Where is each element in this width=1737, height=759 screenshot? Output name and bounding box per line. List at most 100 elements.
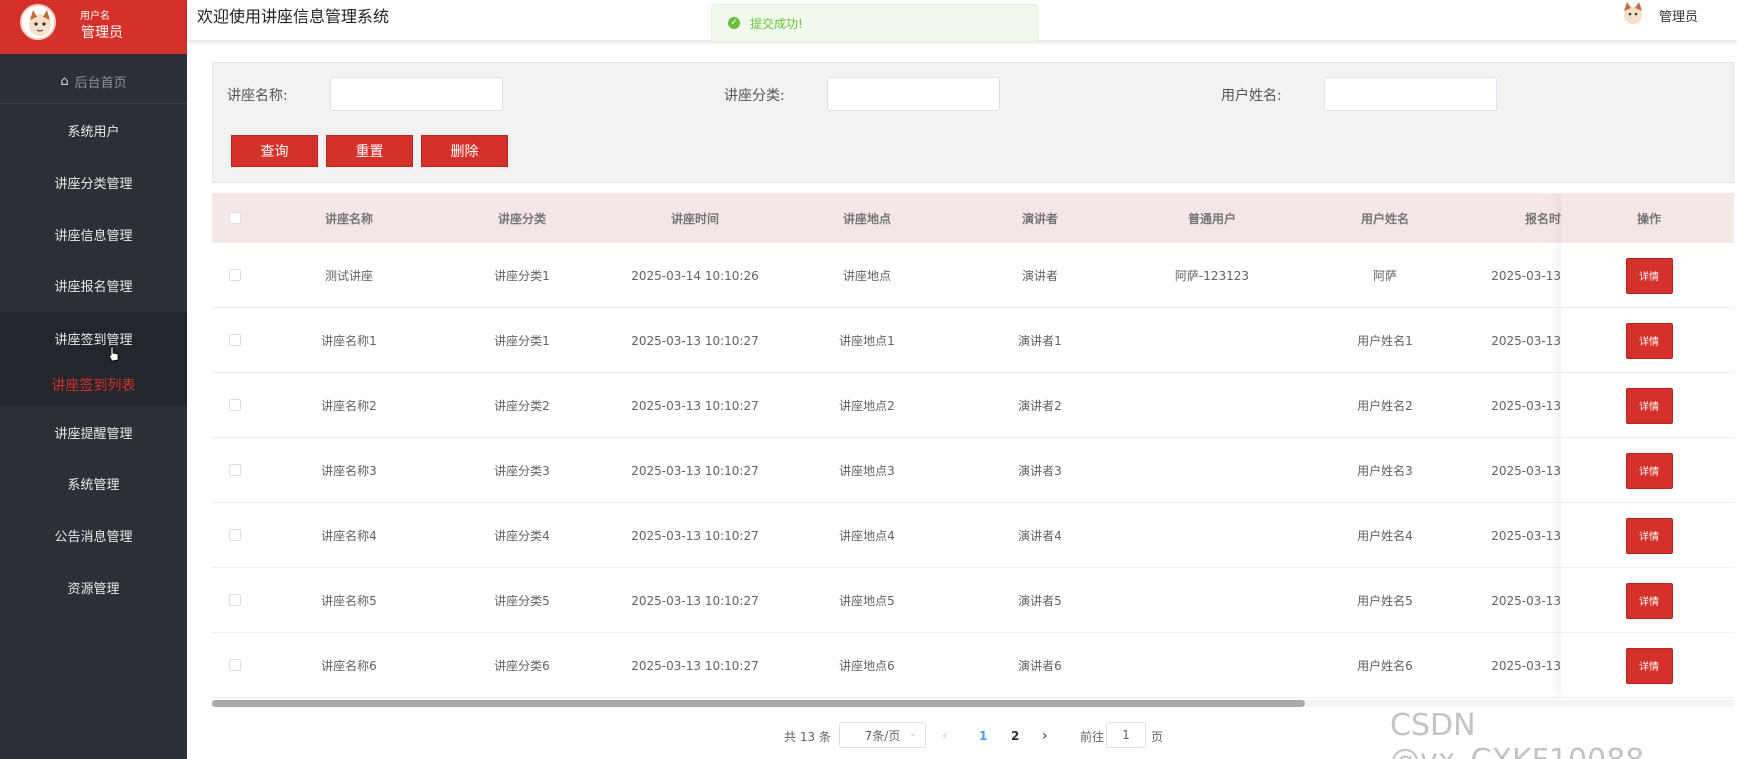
user-name-label: 用户姓名: [1221,88,1282,104]
detail-button[interactable]: 详情 [1625,647,1673,684]
next-page-icon[interactable]: › [1042,722,1048,750]
cell-speaker: 演讲者4 [1018,529,1062,543]
goto-label: 前往 [1080,729,1105,744]
cell-username: 用户姓名3 [1357,464,1413,478]
row-checkbox[interactable] [229,334,241,346]
query-button[interactable]: 查询 [231,135,318,167]
data-table: 讲座名称 讲座分类 讲座时间 讲座地点 演讲者 普通用户 用户姓名 报名时 操作… [212,193,1734,698]
cell-place: 讲座地点1 [839,334,895,348]
table-row: 讲座名称1 讲座分类1 2025-03-13 10:10:27 讲座地点1 演讲者1 用户… [212,308,1734,373]
detail-button[interactable]: 详情 [1625,517,1673,554]
row-checkbox[interactable] [229,659,241,671]
cell-place: 讲座地点4 [839,529,895,543]
cell-name: 讲座名称2 [321,399,377,413]
search-panel: 讲座名称: 讲座分类: 用户姓名: 查询 重置 删除 [212,62,1734,183]
sidebar-item-label: 讲座签到管理 [54,332,133,348]
row-checkbox[interactable] [229,594,241,606]
detail-button[interactable]: 详情 [1625,452,1673,489]
cell-signup-time: 2025-03-13 [1491,658,1561,673]
detail-button[interactable]: 详情 [1625,582,1673,619]
horizontal-scrollbar[interactable] [212,700,1734,707]
avatar [20,4,56,40]
detail-button[interactable]: 详情 [1625,322,1673,359]
sidebar-item-system-users[interactable]: 系统用户 [0,104,187,156]
user-avatar-icon[interactable] [1619,0,1647,28]
page-title: 欢迎使用讲座信息管理系统 [197,7,390,26]
toast-message: 提交成功! [750,16,803,31]
sidebar-item-label: 讲座提醒管理 [54,426,133,442]
sidebar-item-label: 讲座报名管理 [54,279,133,295]
row-checkbox[interactable] [229,269,241,281]
scrollbar-thumb[interactable] [212,700,1305,707]
sidebar-item-system[interactable]: 系统管理 [0,457,187,509]
cell-time: 2025-03-13 10:10:27 [631,333,759,348]
page-size-select[interactable]: 7条/页 ⌄ [839,722,926,748]
cell-username: 用户姓名1 [1357,334,1413,348]
cell-place: 讲座地点3 [839,464,895,478]
detail-button[interactable]: 详情 [1625,387,1673,424]
row-checkbox[interactable] [229,399,241,411]
delete-button[interactable]: 删除 [421,135,508,167]
check-circle-icon: ✓ [728,17,740,29]
reset-button[interactable]: 重置 [326,135,413,167]
sidebar-subitem-label: 讲座签到列表 [51,378,136,394]
row-checkbox[interactable] [229,464,241,476]
table-row: 测试讲座 讲座分类1 2025-03-14 10:10:26 讲座地点 演讲者 阿萨-12… [212,243,1734,308]
row-checkbox[interactable] [229,529,241,541]
cell-username: 用户姓名2 [1357,399,1413,413]
sidebar-item-label: 讲座信息管理 [54,228,133,244]
lecture-name-input[interactable] [330,77,503,111]
cell-name: 讲座名称4 [321,529,377,543]
cell-time: 2025-03-14 10:10:26 [631,268,759,283]
col-header-place: 讲座地点 [842,211,891,226]
cell-username: 用户姓名4 [1357,529,1413,543]
sidebar-item-label: 资源管理 [67,581,120,597]
col-header-username: 用户姓名 [1360,211,1409,226]
cell-speaker: 演讲者 [1021,269,1058,283]
page-jump-input[interactable]: 1 [1106,722,1146,748]
cell-speaker: 演讲者3 [1018,464,1062,478]
cell-place: 讲座地点6 [839,659,895,673]
sidebar-item-label: 系统管理 [67,477,120,493]
cell-time: 2025-03-13 10:10:27 [631,398,759,413]
sidebar-subitem-checkin-list[interactable]: 讲座签到列表 [0,364,187,406]
sidebar-item-label: 后台首页 [74,76,127,91]
sidebar-item-signup[interactable]: 讲座报名管理 [0,259,187,311]
table-row: 讲座名称5 讲座分类5 2025-03-13 10:10:27 讲座地点5 演讲者5 用户… [212,568,1734,633]
page-number-2[interactable]: 2 [1011,722,1019,750]
lecture-category-label: 讲座分类: [724,88,785,104]
page-unit-label: 页 [1151,729,1164,744]
detail-button[interactable]: 详情 [1625,257,1673,294]
cell-actions: 详情 [1584,503,1714,568]
prev-page-icon[interactable]: ‹ [942,722,948,750]
cell-name: 讲座名称3 [321,464,377,478]
col-header-user: 普通用户 [1187,211,1236,226]
user-name-input[interactable] [1324,77,1497,111]
sidebar-item-notice[interactable]: 公告消息管理 [0,509,187,561]
cell-speaker: 演讲者5 [1018,594,1062,608]
cell-time: 2025-03-13 10:10:27 [631,463,759,478]
lecture-category-input[interactable] [827,77,1000,111]
cell-category: 讲座分类4 [494,529,550,543]
page-number-1[interactable]: 1 [979,722,987,750]
sidebar-item-reminder[interactable]: 讲座提醒管理 [0,406,187,458]
select-all-checkbox[interactable] [229,212,241,224]
pointer-cursor-icon [108,346,119,362]
page-size-value: 7条/页 [864,728,901,743]
cell-category: 讲座分类2 [494,399,550,413]
sidebar-item-resource[interactable]: 资源管理 [0,561,187,613]
cell-user [1147,633,1277,698]
top-user-name[interactable]: 管理员 [1659,6,1698,25]
sidebar-item-lecture-info[interactable]: 讲座信息管理 [0,208,187,260]
col-header-actions: 操作 [1636,211,1661,226]
cell-place: 讲座地点 [842,269,891,283]
col-header-speaker: 演讲者 [1021,211,1058,226]
sidebar-item-home[interactable]: ⌂ 后台首页 [0,60,187,104]
cell-signup-time: 2025-03-13 [1491,333,1561,348]
col-header-signup-time: 报名时 [1524,211,1561,226]
sidebar-item-checkin[interactable]: 讲座签到管理 [0,312,187,364]
sidebar-item-category[interactable]: 讲座分类管理 [0,156,187,208]
sidebar: 用户名 管理员 ⌂ 后台首页 系统用户 讲座分类管理 讲座信息管理 讲座报名管理… [0,0,187,759]
user-role: 管理员 [81,25,123,41]
sidebar-item-label: 系统用户 [67,124,120,140]
